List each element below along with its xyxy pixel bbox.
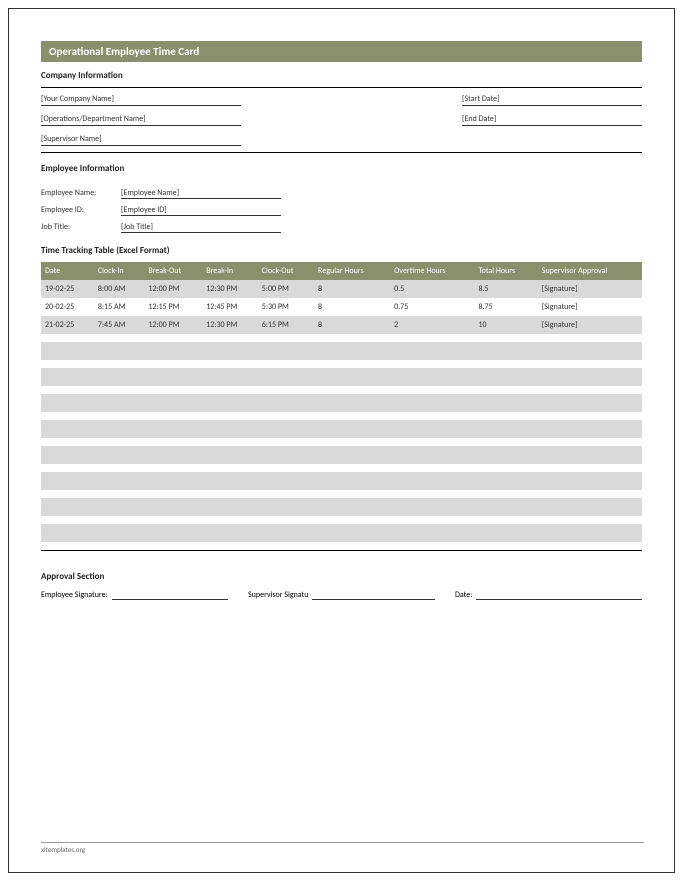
employee-id-row: Employee ID: [Employee ID] [41,205,642,216]
company-name-field[interactable]: [Your Company Name] [41,92,241,106]
table-row: 21-02-257:45 AM12:00 PM12:30 PM6:15 PM82… [41,316,642,334]
cell-break_out: 12:15 PM [144,298,202,316]
divider-thick [41,152,642,153]
employee-name-value[interactable]: [Employee Name] [121,188,281,199]
empty-row [41,524,642,542]
cell-date: 21-02-25 [41,316,94,334]
th-break-out: Break-Out [144,262,202,280]
empty-row [41,394,642,412]
divider [41,87,642,88]
company-row-2: [Operations/Department Name] [End Date] [41,112,642,132]
job-title-row: Job Title: [Job Title] [41,222,642,233]
cell-overtime: 0.75 [390,298,474,316]
document-title: Operational Employee Time Card [41,41,642,62]
cell-total: 8.5 [474,280,537,298]
job-title-value[interactable]: [Job Title] [121,222,281,233]
company-row-1: [Your Company Name] [Start Date] [41,92,642,112]
table-header-row: Date Clock-In Break-Out Break-In Clock-O… [41,262,642,280]
approval-section: Approval Section Employee Signature: Sup… [41,571,642,600]
employee-signature-label: Employee Signature: [41,590,108,600]
empty-row [41,420,642,438]
empty-row [41,498,642,516]
footer-divider [41,842,644,843]
job-title-label: Job Title: [41,222,121,233]
footer: xltemplates.org [41,842,644,854]
table-row: 19-02-258:00 AM12:00 PM12:30 PM5:00 PM80… [41,280,642,298]
footer-text: xltemplates.org [41,845,85,854]
th-clock-in: Clock-In [94,262,145,280]
th-overtime: Overtime Hours [390,262,474,280]
start-date-field[interactable]: [Start Date] [462,92,642,106]
empty-row [41,472,642,490]
employee-name-row: Employee Name: [Employee Name] [41,188,642,199]
cell-regular: 8 [314,280,390,298]
cell-clock_out: 5:30 PM [258,298,314,316]
th-approval: Supervisor Approval [538,262,642,280]
date-line[interactable] [476,590,642,600]
employee-id-label: Employee ID: [41,205,121,216]
time-tracking-heading: Time Tracking Table (Excel Format) [41,245,642,256]
employee-info-heading: Employee Information [41,163,642,174]
approval-heading: Approval Section [41,571,642,582]
cell-break_out: 12:00 PM [144,280,202,298]
cell-clock_in: 8:15 AM [94,298,145,316]
employee-signature-cell: Employee Signature: [41,590,228,600]
end-date-field[interactable]: [End Date] [462,112,642,126]
cell-date: 20-02-25 [41,298,94,316]
cell-approval: [Signature] [538,316,642,334]
cell-regular: 8 [314,298,390,316]
date-label: Date: [455,590,472,600]
empty-rows-area [41,342,642,542]
cell-overtime: 2 [390,316,474,334]
cell-total: 10 [474,316,537,334]
table-row: 20-02-258:15 AM12:15 PM12:45 PM5:30 PM80… [41,298,642,316]
cell-overtime: 0.5 [390,280,474,298]
supervisor-signature-label: Supervisor Signatu [248,590,308,600]
th-date: Date [41,262,94,280]
empty-row [41,368,642,386]
th-break-in: Break-In [202,262,258,280]
cell-break_in: 12:30 PM [202,316,258,334]
cell-date: 19-02-25 [41,280,94,298]
divider-thick-2 [41,550,642,551]
supervisor-signature-line[interactable] [312,590,435,600]
time-tracking-table: Date Clock-In Break-Out Break-In Clock-O… [41,262,642,334]
date-cell: Date: [455,590,642,600]
cell-clock_out: 6:15 PM [258,316,314,334]
cell-break_in: 12:45 PM [202,298,258,316]
signature-row: Employee Signature: Supervisor Signatu D… [41,590,642,600]
supervisor-field[interactable]: [Supervisor Name] [41,132,241,146]
cell-approval: [Signature] [538,298,642,316]
empty-row [41,342,642,360]
cell-clock_out: 5:00 PM [258,280,314,298]
th-regular: Regular Hours [314,262,390,280]
cell-clock_in: 7:45 AM [94,316,145,334]
employee-id-value[interactable]: [Employee ID] [121,205,281,216]
cell-break_in: 12:30 PM [202,280,258,298]
cell-total: 8.75 [474,298,537,316]
company-info-heading: Company Information [41,70,642,81]
th-clock-out: Clock-Out [258,262,314,280]
employee-signature-line[interactable] [112,590,228,600]
page-container: Operational Employee Time Card Company I… [8,8,675,873]
department-field[interactable]: [Operations/Department Name] [41,112,241,126]
cell-break_out: 12:00 PM [144,316,202,334]
employee-name-label: Employee Name: [41,188,121,199]
cell-approval: [Signature] [538,280,642,298]
supervisor-signature-cell: Supervisor Signatu [248,590,435,600]
cell-regular: 8 [314,316,390,334]
cell-clock_in: 8:00 AM [94,280,145,298]
empty-row [41,446,642,464]
th-total: Total Hours [474,262,537,280]
